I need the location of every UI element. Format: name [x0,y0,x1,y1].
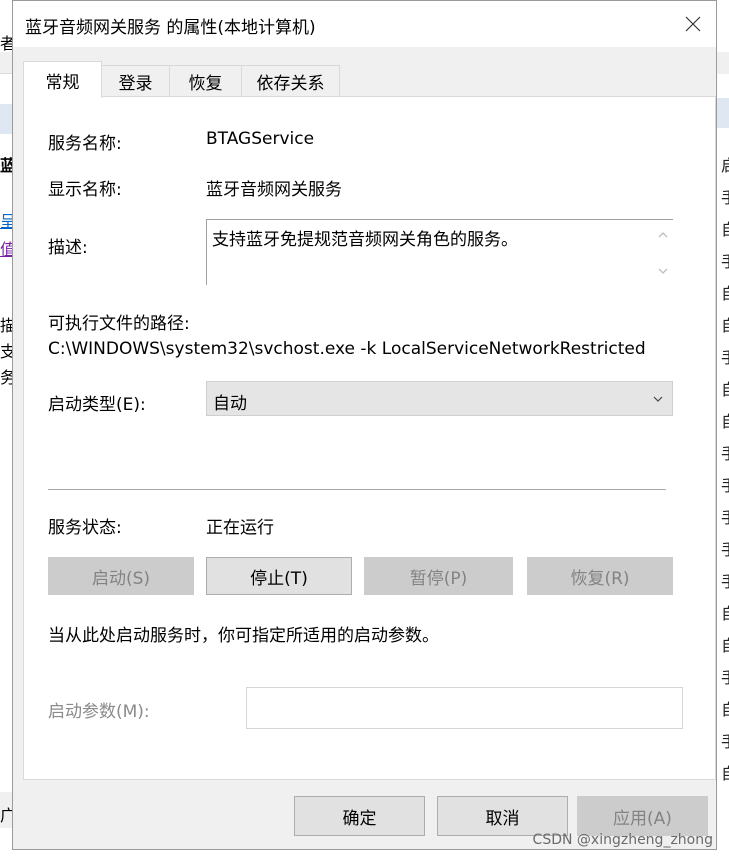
bg-fragment: 广 [0,806,12,825]
bg-fragment: 手 [721,344,729,368]
chevron-up-icon[interactable] [658,230,668,240]
title-bar[interactable]: 蓝牙音频网关服务 的属性(本地计算机) [13,1,716,47]
display-name-label: 显示名称: [48,180,122,200]
general-tab-pane: 服务名称: BTAGService 显示名称: 蓝牙音频网关服务 描述: 支持蓝… [23,96,716,780]
bg-fragment: 自 [721,312,729,336]
bg-fragment: 手 [721,568,729,592]
window-title: 蓝牙音频网关服务 的属性(本地计算机) [25,18,316,38]
bg-toolbar [0,52,12,74]
apply-button[interactable]: 应用(A) [577,796,708,836]
startup-type-label: 启动类型(E): [48,395,146,415]
section-divider [48,489,666,491]
bg-fragment: 者( [0,34,12,53]
bg-fragment: 手 [721,728,729,752]
bg-header-bar [0,104,12,134]
bg-fragment: 自 [721,376,729,400]
bg-fragment: 自 [721,600,729,624]
bg-toolbar [717,52,729,74]
service-properties-dialog: 蓝牙音频网关服务 的属性(本地计算机) 常规 登录 恢复 依存关系 服务名称: … [12,0,717,850]
bg-fragment: 自 [721,632,729,656]
bg-fragment: 手 [721,472,729,496]
service-status-value: 正在运行 [206,518,274,538]
bg-fragment: 自 [721,760,729,784]
display-name-value: 蓝牙音频网关服务 [206,180,342,200]
bg-fragment: 手 [721,440,729,464]
bg-fragment: 蓝牙 [0,156,12,175]
bg-fragment: 手 [721,184,729,208]
description-box[interactable]: 支持蓝牙免提规范音频网关角色的服务。 [206,219,673,286]
bg-fragment: 自 [721,408,729,432]
service-name-label: 服务名称: [48,134,122,154]
start-button[interactable]: 启动(S) [48,557,194,595]
chevron-down-icon [653,396,663,402]
bg-fragment: 呈 [0,212,12,231]
cancel-button[interactable]: 取消 [437,796,568,836]
background-window-left: 者( 蓝牙 呈 值 描述 支持 务。 广 [0,0,12,860]
bg-fragment: 手 [721,248,729,272]
pause-button[interactable]: 暂停(P) [364,557,513,595]
startup-type-value: 自动 [213,394,247,414]
bg-fragment: 自 [721,280,729,304]
description-text: 支持蓝牙免提规范音频网关角色的服务。 [212,230,518,250]
start-params-label: 启动参数(M): [48,702,150,722]
close-icon [685,16,701,32]
service-name-value: BTAGService [206,129,315,149]
tab-recovery[interactable]: 恢复 [169,65,242,97]
bg-fragment: 启 [721,152,729,176]
description-label: 描述: [48,238,88,258]
bg-fragment: 值 [0,240,12,259]
bg-fragment: 自 [721,696,729,720]
bg-fragment: 手 [721,504,729,528]
service-status-label: 服务状态: [48,518,122,538]
close-button[interactable] [670,1,716,47]
bg-fragment: 务。 [0,368,12,387]
executable-path-label: 可执行文件的路径: [48,314,190,334]
bg-fragment: 自 [721,216,729,240]
description-scrollbar[interactable] [653,220,673,286]
executable-path-value: C:\WINDOWS\system32\svchost.exe -k Local… [48,339,646,359]
startup-type-select[interactable]: 自动 [206,381,673,416]
tab-strip: 常规 登录 恢复 依存关系 [23,61,713,98]
bg-fragment: 手 [721,536,729,560]
stop-button[interactable]: 停止(T) [206,557,352,595]
bg-header-bar [717,98,729,128]
bg-fragment: 支持 [0,342,12,361]
tab-general[interactable]: 常规 [23,61,102,98]
tab-logon[interactable]: 登录 [101,65,170,97]
resume-button[interactable]: 恢复(R) [527,557,673,595]
ok-button[interactable]: 确定 [294,796,425,836]
chevron-down-icon[interactable] [658,266,668,276]
start-params-input[interactable] [246,687,683,729]
bg-fragment: 描述 [0,316,12,335]
start-params-hint: 当从此处启动服务时，你可指定所适用的启动参数。 [48,626,439,646]
bg-fragment: 手 [721,664,729,688]
tab-dependencies[interactable]: 依存关系 [241,65,340,97]
background-window-right: 启 手 自 手 自 自 手 自 自 手 手 手 手 手 自 自 手 自 手 自 [717,0,729,860]
watermark: CSDN @xingzheng_zhong [532,832,713,848]
